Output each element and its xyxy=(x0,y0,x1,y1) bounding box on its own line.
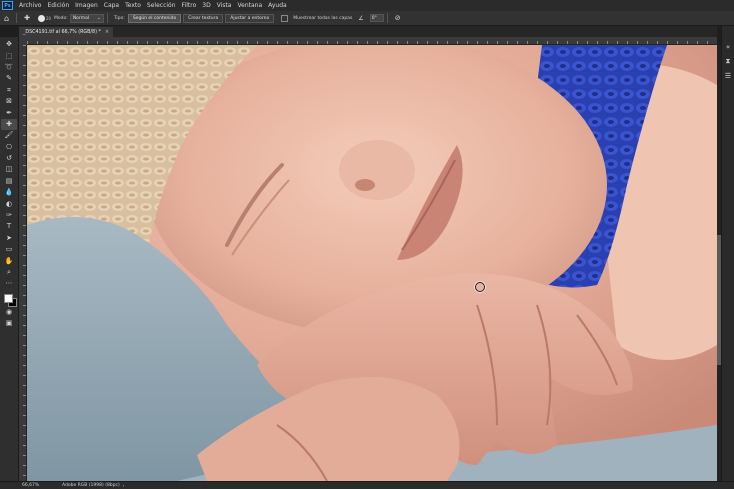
divider xyxy=(16,13,18,23)
frame-tool-icon[interactable]: ⊠ xyxy=(1,96,17,107)
foreground-color-swatch[interactable] xyxy=(4,293,13,303)
document-tab[interactable]: _DSC4191.tif al 66,7% (RGB/8) * × xyxy=(19,27,114,37)
type-tool-icon[interactable]: T xyxy=(1,221,17,232)
spot-healing-tool-icon[interactable]: ✚ xyxy=(1,118,17,131)
blur-tool-icon[interactable]: 💧 xyxy=(1,187,17,198)
brush-preview-icon[interactable] xyxy=(37,14,45,22)
menu-ayuda[interactable]: Ayuda xyxy=(265,2,290,9)
tools-panel: ✥ ⬚ ➰ ✎ ⌗ ⊠ ✒ ✚ 🖌 ⎔ ↺ ◫ ▤ 💧 ◐ ✑ T ➤ ▭ ✋ ⌕ ⋯ ◉ ▣ xyxy=(0,37,19,481)
dodge-tool-icon[interactable]: ◐ xyxy=(1,198,17,209)
menu-archivo[interactable]: Archivo xyxy=(16,2,44,9)
menu-bar: Ps Archivo Edición Imagen Capa Texto Sel… xyxy=(0,0,734,11)
stamp-tool-icon[interactable]: ⎔ xyxy=(1,142,17,153)
document-canvas[interactable] xyxy=(27,45,717,481)
zoom-level[interactable]: 66,67% xyxy=(22,483,58,488)
status-bar: 66,67% Adobe RGB (1998) (8bpc) › xyxy=(0,481,734,489)
hand-tool-icon[interactable]: ✋ xyxy=(1,255,17,266)
zoom-tool-icon[interactable]: ⌕ xyxy=(1,267,17,278)
move-tool-icon[interactable]: ✥ xyxy=(1,39,17,50)
gradient-tool-icon[interactable]: ▤ xyxy=(1,176,17,187)
horizontal-ruler[interactable] xyxy=(27,37,717,45)
chevron-right-icon[interactable]: › xyxy=(123,483,125,488)
spot-healing-preset-icon[interactable]: ✚ xyxy=(24,14,30,22)
menu-filtro[interactable]: Filtro xyxy=(179,2,200,9)
divider xyxy=(106,13,108,23)
mode-label: Modo: xyxy=(54,15,68,21)
properties-panel-icon[interactable]: ☰ xyxy=(725,72,731,80)
mode-select[interactable]: Normal ⌄ xyxy=(69,13,104,23)
brush-size-value[interactable]: 20 xyxy=(46,16,51,21)
menu-texto[interactable]: Texto xyxy=(122,2,144,9)
crop-tool-icon[interactable]: ⌗ xyxy=(1,85,17,96)
baby-photo xyxy=(27,45,717,481)
photoshop-logo-icon[interactable]: Ps xyxy=(2,1,13,10)
pen-tool-icon[interactable]: ✑ xyxy=(1,210,17,221)
close-icon[interactable]: × xyxy=(105,29,109,35)
menu-imagen[interactable]: Imagen xyxy=(72,2,101,9)
path-select-tool-icon[interactable]: ➤ xyxy=(1,233,17,244)
color-profile: Adobe RGB (1998) (8bpc) xyxy=(62,483,120,488)
eyedropper-tool-icon[interactable]: ✒ xyxy=(1,107,17,118)
type-label: Tipo: xyxy=(113,15,125,21)
history-brush-tool-icon[interactable]: ↺ xyxy=(1,153,17,164)
collapsed-panels: « ⧗ ☰ xyxy=(721,26,734,481)
menu-capa[interactable]: Capa xyxy=(101,2,122,9)
history-panel-icon[interactable]: ⧗ xyxy=(726,57,731,66)
mode-value: Normal xyxy=(72,15,90,21)
vertical-ruler[interactable] xyxy=(19,45,27,481)
content-aware-button[interactable]: Según el contenido xyxy=(127,13,182,23)
more-tools-icon[interactable]: ⋯ xyxy=(1,278,17,289)
menu-ventana[interactable]: Ventana xyxy=(234,2,265,9)
options-bar: ⌂ ✚ 20 Modo: Normal ⌄ Tipo: Según el con… xyxy=(0,11,734,26)
document-tab-bar: _DSC4191.tif al 66,7% (RGB/8) * × xyxy=(19,26,717,37)
sample-all-layers-checkbox[interactable] xyxy=(281,14,289,22)
quick-mask-tool-icon[interactable]: ◉ xyxy=(1,307,17,318)
eraser-tool-icon[interactable]: ◫ xyxy=(1,164,17,175)
quick-select-tool-icon[interactable]: ✎ xyxy=(1,73,17,84)
screen-mode-tool-icon[interactable]: ▣ xyxy=(1,318,17,329)
proximity-match-button[interactable]: Ajustar a entorno xyxy=(225,13,275,23)
ruler-corner[interactable] xyxy=(19,37,27,45)
home-icon[interactable]: ⌂ xyxy=(4,14,9,23)
menu-seleccion[interactable]: Selección xyxy=(144,2,179,9)
artboard-tool-icon[interactable]: ⬚ xyxy=(1,50,17,61)
angle-input[interactable]: 0° xyxy=(369,14,384,22)
angle-icon: ∠ xyxy=(358,14,364,22)
pressure-size-icon[interactable]: ⊘ xyxy=(395,14,401,22)
color-swatches xyxy=(1,293,17,307)
document-tab-title: _DSC4191.tif al 66,7% (RGB/8) * xyxy=(23,29,101,35)
panel-collapse-icon[interactable]: « xyxy=(726,43,730,51)
menu-vista[interactable]: Vista xyxy=(214,2,235,9)
chevron-down-icon: ⌄ xyxy=(97,15,101,21)
brush-tool-icon[interactable]: 🖌 xyxy=(1,130,17,141)
menu-edicion[interactable]: Edición xyxy=(44,2,72,9)
lasso-tool-icon[interactable]: ➰ xyxy=(1,62,17,73)
sample-all-layers-label: Muestrear todas las capas xyxy=(293,15,353,21)
divider xyxy=(386,13,388,23)
create-texture-button[interactable]: Crear textura xyxy=(183,13,224,23)
shape-tool-icon[interactable]: ▭ xyxy=(1,244,17,255)
menu-3d[interactable]: 3D xyxy=(199,2,213,9)
